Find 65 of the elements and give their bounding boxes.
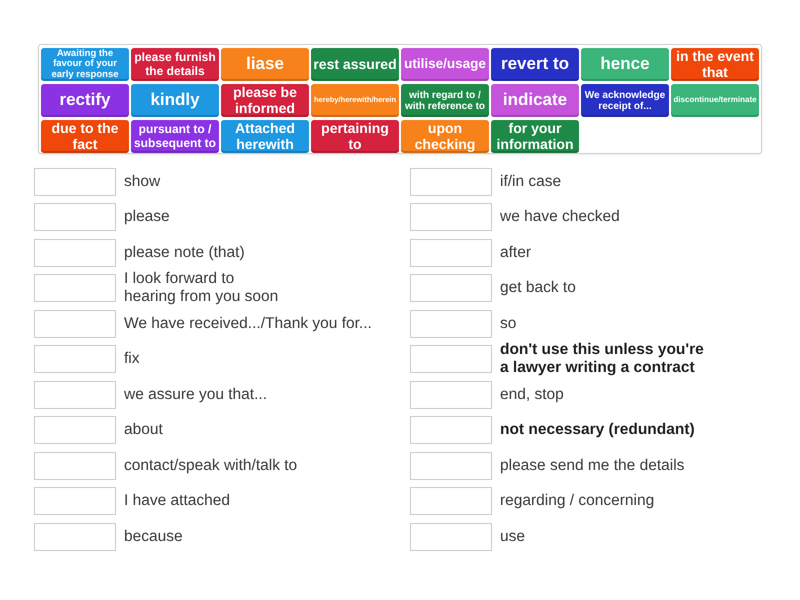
definition-text: end, stop xyxy=(500,386,564,404)
answer-box[interactable] xyxy=(34,274,116,302)
answer-box[interactable] xyxy=(410,522,492,551)
definition-text: not necessary (redundant) xyxy=(500,421,695,440)
answer-tile[interactable]: utilise/usage xyxy=(401,48,489,81)
definition-text: We have received.../Thank you for... xyxy=(124,314,372,333)
definition-text: please note (that) xyxy=(124,244,245,262)
answer-box[interactable] xyxy=(34,522,116,551)
definition-text: after xyxy=(500,244,532,262)
answer-box[interactable] xyxy=(410,452,492,480)
answer-box[interactable] xyxy=(34,452,116,480)
answer-box[interactable] xyxy=(410,274,492,302)
answer-tile[interactable]: Awaiting the favour of your early response xyxy=(41,48,129,81)
answer-tile[interactable]: indicate xyxy=(491,84,579,117)
definition-text: get back to xyxy=(500,279,576,298)
answer-tile[interactable]: for your information xyxy=(491,120,579,153)
definition-text: use xyxy=(500,528,525,546)
answer-box[interactable] xyxy=(34,168,116,196)
answer-tile[interactable]: please be informed xyxy=(221,84,309,117)
definition-text: please xyxy=(124,208,170,226)
answer-tile[interactable]: kindly xyxy=(131,84,219,117)
answer-tile[interactable]: pursuant to / subsequent to xyxy=(131,120,219,153)
definition-text: show xyxy=(124,172,160,191)
answer-box[interactable] xyxy=(410,345,492,374)
answer-box[interactable] xyxy=(34,345,116,374)
answer-tile[interactable]: Attached herewith xyxy=(221,120,309,153)
definition-text: we have checked xyxy=(500,208,620,226)
answer-box[interactable] xyxy=(34,238,116,267)
answer-tile[interactable]: revert to xyxy=(491,48,579,81)
answer-box[interactable] xyxy=(410,203,492,232)
definition-text: because xyxy=(124,528,183,546)
answer-box[interactable] xyxy=(410,416,492,444)
answer-box[interactable] xyxy=(34,487,116,516)
definition-text: regarding / concerning xyxy=(500,492,654,510)
answer-tile[interactable]: discontinue/terminate xyxy=(671,84,759,117)
answer-tile[interactable]: We acknowledge receipt of... xyxy=(581,84,669,117)
answer-tile[interactable]: in the event that xyxy=(671,48,759,81)
answer-box[interactable] xyxy=(34,203,116,232)
answer-box[interactable] xyxy=(34,380,116,409)
answer-tile[interactable]: with regard to / with reference to xyxy=(401,84,489,117)
answer-tile[interactable]: due to the fact xyxy=(41,120,129,153)
answer-tile[interactable]: hence xyxy=(581,48,669,81)
answer-box[interactable] xyxy=(34,310,116,338)
definition-text: contact/speak with/talk to xyxy=(124,456,298,475)
answer-tile[interactable]: upon checking xyxy=(401,120,489,153)
answer-box[interactable] xyxy=(410,238,492,267)
definition-text: so xyxy=(500,314,516,333)
answer-box[interactable] xyxy=(34,416,116,444)
answer-box[interactable] xyxy=(410,168,492,196)
answer-tile[interactable]: pertaining to xyxy=(311,120,399,153)
answer-box[interactable] xyxy=(410,487,492,516)
definition-text: please send me the details xyxy=(500,456,684,475)
answer-box[interactable] xyxy=(410,380,492,409)
definition-text: about xyxy=(124,421,163,440)
answer-tile[interactable]: rectify xyxy=(41,84,129,117)
answer-box[interactable] xyxy=(410,310,492,338)
definition-text: I look forward to hearing from you soon xyxy=(124,270,278,306)
answer-tile[interactable]: rest assured xyxy=(311,48,399,81)
definition-text: if/in case xyxy=(500,172,562,191)
answer-tile[interactable]: please furnish the details xyxy=(131,48,219,81)
answer-tile[interactable]: liase xyxy=(221,48,309,81)
definition-text: we assure you that... xyxy=(124,386,268,404)
definition-text: fix xyxy=(124,350,140,368)
definition-text: don't use this unless you're a lawyer writing a contract xyxy=(500,341,704,378)
definition-text: I have attached xyxy=(124,492,230,510)
